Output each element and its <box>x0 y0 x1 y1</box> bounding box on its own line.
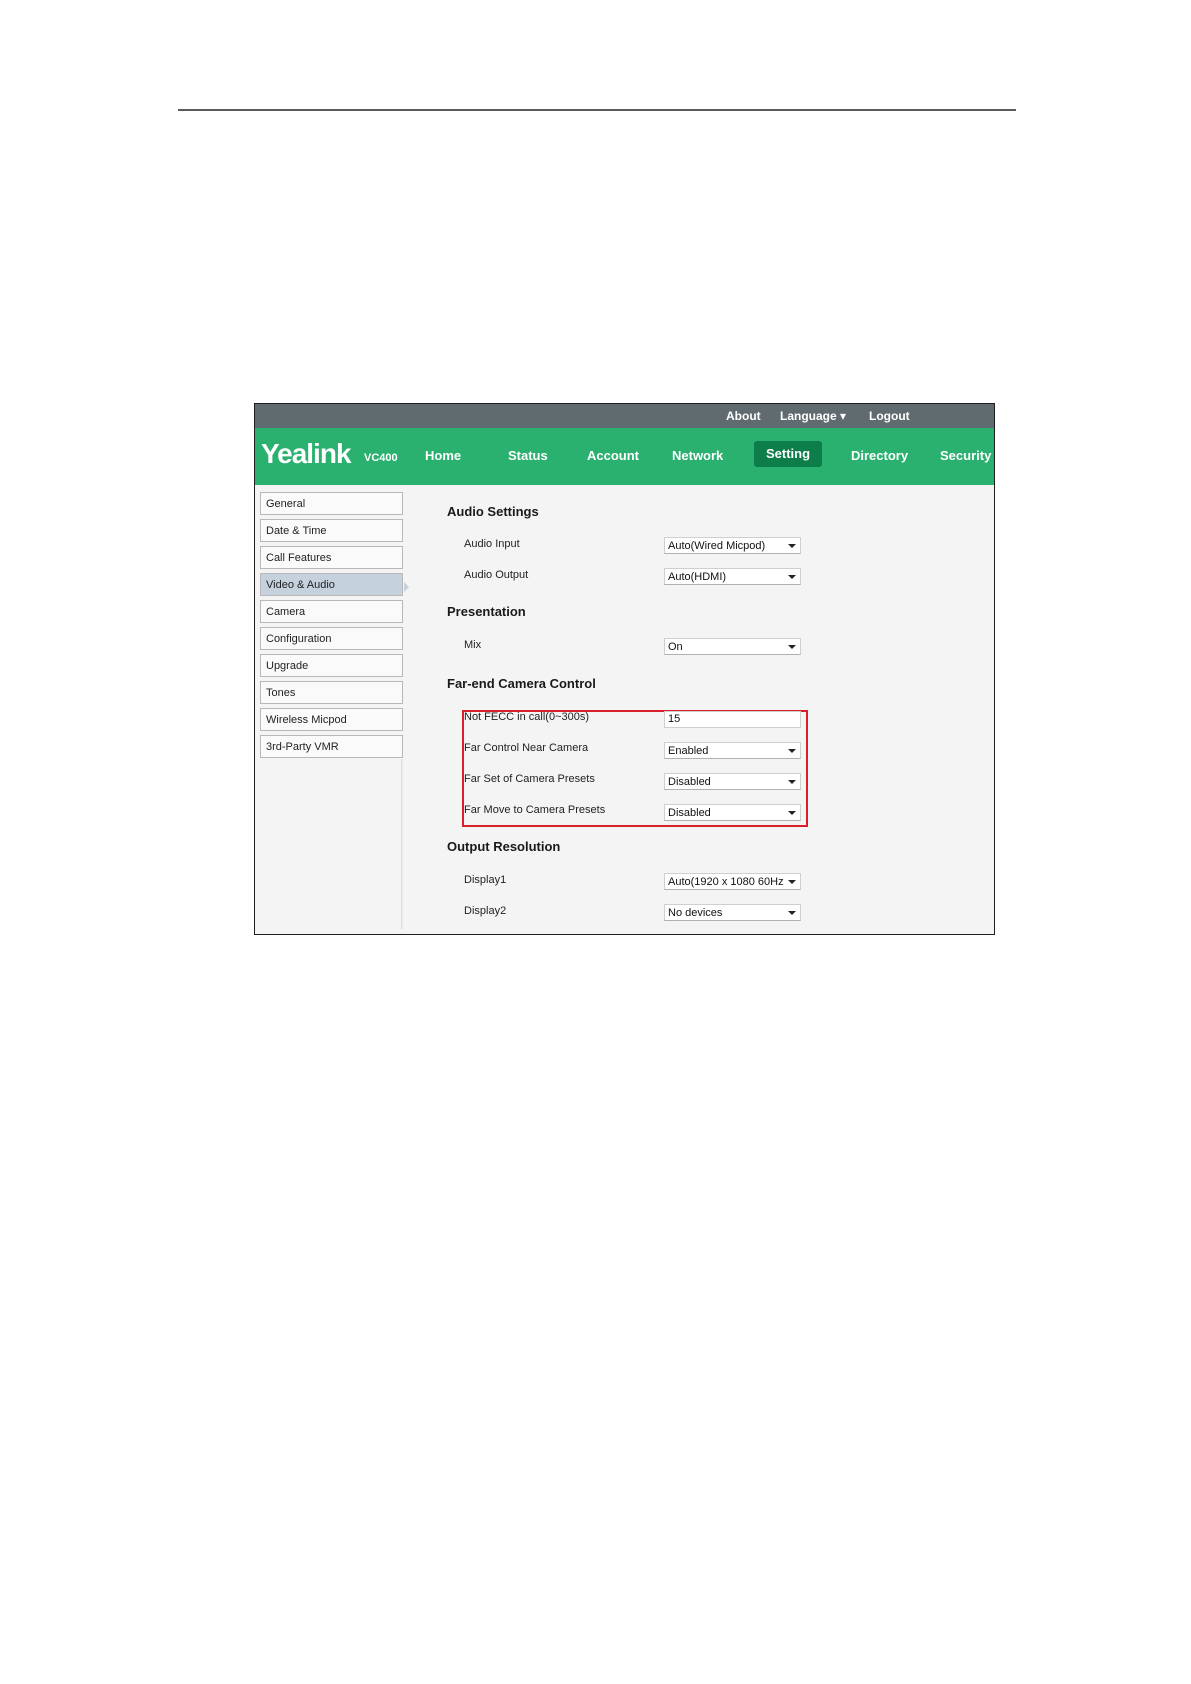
far-control-label: Far Control Near Camera <box>464 742 589 754</box>
about-link[interactable]: About <box>726 409 761 423</box>
chevron-down-icon <box>788 780 796 784</box>
top-bar: About Language ▾ Logout <box>255 404 994 428</box>
page-header-rule <box>178 109 1016 111</box>
section-audio-settings: Audio Settings <box>447 504 539 519</box>
tab-account[interactable]: Account <box>587 448 639 463</box>
sidebar-item-label: Video & Audio <box>266 579 335 591</box>
sidebar-item-tones[interactable]: Tones <box>260 681 403 704</box>
sidebar-item-configuration[interactable]: Configuration <box>260 627 403 650</box>
audio-input-value: Auto(Wired Micpod) <box>668 540 766 552</box>
far-move-presets-label: Far Move to Camera Presets <box>464 804 606 816</box>
audio-output-select[interactable]: Auto(HDMI) <box>664 568 801 585</box>
sidebar-item-video-audio[interactable]: Video & Audio <box>260 573 409 596</box>
chevron-down-icon <box>788 811 796 815</box>
chevron-down-icon <box>788 575 796 579</box>
tab-home[interactable]: Home <box>425 448 461 463</box>
sidebar-item-date-time[interactable]: Date & Time <box>260 519 403 542</box>
display1-select[interactable]: Auto(1920 x 1080 60Hz <box>664 873 801 890</box>
sidebar-item-wireless-micpod[interactable]: Wireless Micpod <box>260 708 403 731</box>
sidebar-divider <box>401 759 403 929</box>
sidebar-item-3rd-party-vmr[interactable]: 3rd-Party VMR <box>260 735 403 758</box>
display2-value: No devices <box>668 907 723 919</box>
far-move-presets-value: Disabled <box>668 807 711 819</box>
far-control-value: Enabled <box>668 745 709 757</box>
sidebar-item-call-features[interactable]: Call Features <box>260 546 403 569</box>
section-output-resolution: Output Resolution <box>447 839 561 854</box>
sidebar-item-upgrade[interactable]: Upgrade <box>260 654 403 677</box>
tab-network[interactable]: Network <box>672 448 723 463</box>
sidebar-item-camera[interactable]: Camera <box>260 600 403 623</box>
yealink-logo: Yealink <box>261 438 352 469</box>
chevron-down-icon <box>788 544 796 548</box>
active-pointer-icon <box>404 582 409 592</box>
not-fecc-input[interactable] <box>664 711 801 728</box>
tab-setting[interactable]: Setting <box>754 441 823 467</box>
far-control-select[interactable]: Enabled <box>664 742 801 759</box>
section-presentation: Presentation <box>447 604 526 619</box>
web-ui-screenshot: About Language ▾ Logout Yealink VC400 Ho… <box>254 403 995 935</box>
main-nav: Yealink VC400 Home Status Account Networ… <box>255 428 994 485</box>
logout-link[interactable]: Logout <box>869 409 910 423</box>
far-move-presets-select[interactable]: Disabled <box>664 804 801 821</box>
far-set-presets-select[interactable]: Disabled <box>664 773 801 790</box>
tab-directory[interactable]: Directory <box>851 448 908 463</box>
tab-security[interactable]: Security <box>940 448 991 463</box>
display1-value: Auto(1920 x 1080 60Hz <box>668 876 784 888</box>
display1-label: Display1 <box>464 874 507 886</box>
display2-select[interactable]: No devices <box>664 904 801 921</box>
mix-label: Mix <box>464 639 482 651</box>
mix-value: On <box>668 641 683 653</box>
audio-input-label: Audio Input <box>464 538 520 550</box>
audio-input-select[interactable]: Auto(Wired Micpod) <box>664 537 801 554</box>
chevron-down-icon <box>788 749 796 753</box>
tab-status[interactable]: Status <box>508 448 548 463</box>
chevron-down-icon <box>788 880 796 884</box>
sidebar-item-general[interactable]: General <box>260 492 403 515</box>
audio-output-value: Auto(HDMI) <box>668 571 727 583</box>
language-menu[interactable]: Language ▾ <box>780 409 846 423</box>
chevron-down-icon <box>788 911 796 915</box>
not-fecc-label: Not FECC in call(0~300s) <box>464 711 590 723</box>
display2-label: Display2 <box>464 905 507 917</box>
mix-select[interactable]: On <box>664 638 801 655</box>
far-set-presets-value: Disabled <box>668 776 711 788</box>
audio-output-label: Audio Output <box>464 569 529 581</box>
chevron-down-icon <box>788 645 796 649</box>
far-set-presets-label: Far Set of Camera Presets <box>464 773 595 785</box>
section-far-end-camera-control: Far-end Camera Control <box>447 676 596 691</box>
model-label: VC400 <box>364 452 398 464</box>
